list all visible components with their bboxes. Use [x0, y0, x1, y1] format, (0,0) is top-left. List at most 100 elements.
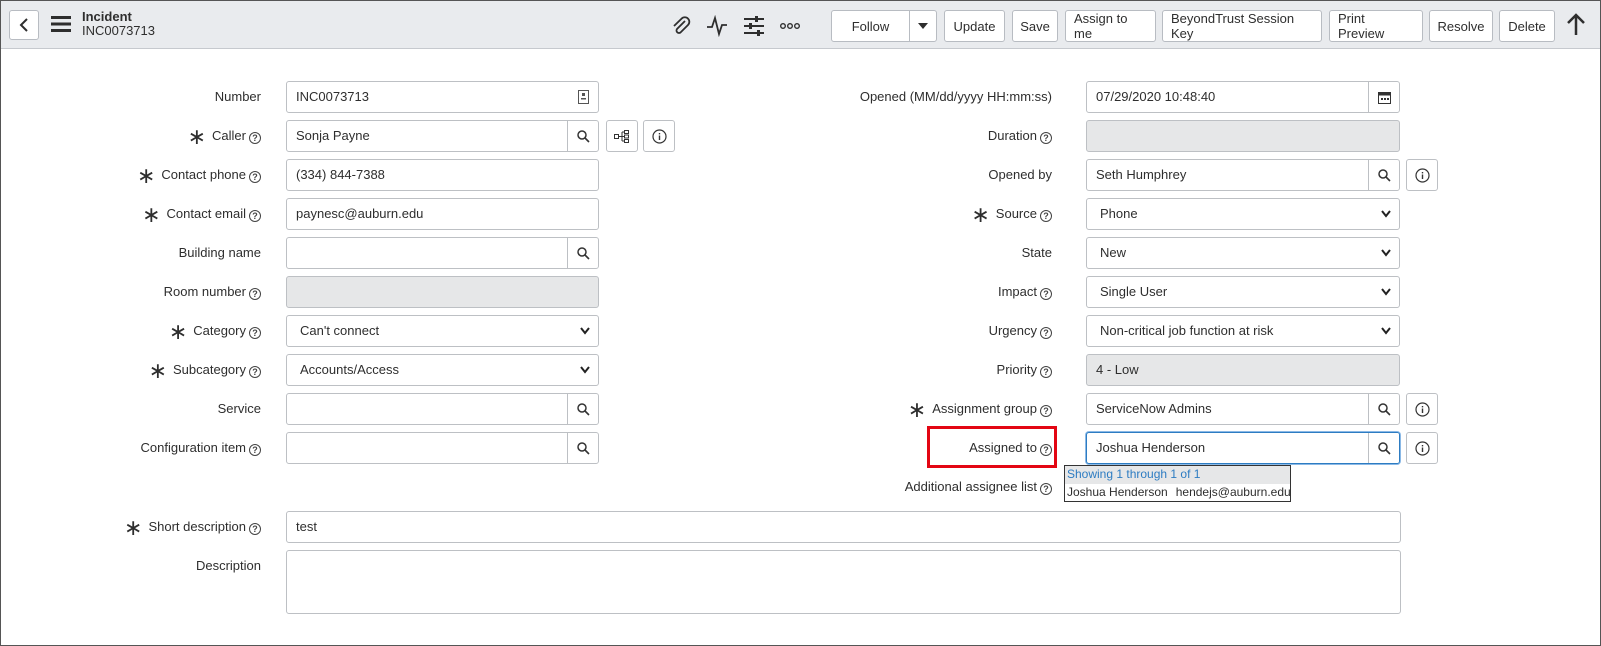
impact-label: Impact?: [820, 282, 1052, 302]
help-icon: ?: [249, 171, 261, 183]
assigned-to-field[interactable]: Joshua Henderson: [1086, 432, 1400, 464]
save-button[interactable]: Save: [1012, 10, 1058, 42]
impact-select[interactable]: Single User: [1086, 276, 1400, 308]
chevron-down-icon: [1381, 288, 1391, 296]
contact-phone-field[interactable]: (334) 844-7388: [286, 159, 599, 191]
opened-field[interactable]: 07/29/2020 10:48:40: [1086, 81, 1400, 113]
building-name-field[interactable]: [286, 237, 599, 269]
info-icon: [651, 128, 667, 144]
search-icon: [1377, 168, 1391, 182]
more-options-icon: [780, 22, 800, 29]
back-icon: [19, 18, 28, 32]
assigned-to-highlight: [927, 426, 1057, 468]
assign-to-me-button[interactable]: Assign to me: [1065, 10, 1156, 42]
more-options-button[interactable]: [778, 14, 802, 38]
menu-icon[interactable]: [51, 15, 71, 33]
back-button[interactable]: [9, 10, 39, 40]
duration-label: Duration?: [820, 126, 1052, 146]
caller-tree-button[interactable]: [606, 120, 638, 152]
help-icon: ?: [1040, 210, 1052, 222]
mandatory-indicator: ∗: [971, 202, 990, 227]
mandatory-indicator: ∗: [124, 515, 143, 540]
activity-icon: [707, 15, 727, 37]
help-icon: ?: [249, 327, 261, 339]
service-lookup-button[interactable]: [567, 394, 598, 424]
opened-by-field[interactable]: Seth Humphrey: [1086, 159, 1400, 191]
description-field[interactable]: [286, 550, 1401, 614]
assigned-to-info-button[interactable]: [1406, 432, 1438, 464]
calendar-icon: [1377, 91, 1391, 104]
assignment-group-label: ∗ Assignment group?: [820, 399, 1052, 421]
mandatory-indicator: ∗: [148, 358, 167, 383]
calendar-button[interactable]: [1368, 82, 1399, 112]
configuration-item-label: Configuration item?: [100, 438, 261, 458]
help-icon: ?: [1040, 327, 1052, 339]
info-icon: [1414, 440, 1430, 456]
search-icon: [1377, 441, 1391, 455]
autocomplete-count: Showing 1 through 1 of 1: [1065, 466, 1290, 484]
id-card-icon: [578, 90, 589, 104]
update-button[interactable]: Update: [944, 10, 1005, 42]
service-field[interactable]: [286, 393, 599, 425]
caret-down-icon: [918, 23, 928, 29]
state-label: State: [1021, 245, 1052, 260]
assignment-group-lookup-button[interactable]: [1368, 394, 1399, 424]
assignment-group-field[interactable]: ServiceNow Admins: [1086, 393, 1400, 425]
building-lookup-button[interactable]: [567, 238, 598, 268]
resolve-button[interactable]: Resolve: [1429, 10, 1493, 42]
activity-button[interactable]: [705, 14, 729, 38]
caller-info-button[interactable]: [643, 120, 675, 152]
chevron-down-icon: [1381, 327, 1391, 335]
delete-button[interactable]: Delete: [1499, 10, 1555, 42]
configuration-item-field[interactable]: [286, 432, 599, 464]
follow-dropdown-button[interactable]: [910, 11, 936, 41]
search-icon: [576, 129, 590, 143]
help-icon: ?: [249, 132, 261, 144]
opened-by-info-button[interactable]: [1406, 159, 1438, 191]
urgency-select[interactable]: Non-critical job function at risk: [1086, 315, 1400, 347]
search-icon: [1377, 402, 1391, 416]
assignment-group-info-button[interactable]: [1406, 393, 1438, 425]
autocomplete-option[interactable]: Joshua Henderson hendejs@auburn.edu: [1065, 484, 1291, 501]
attachment-button[interactable]: [669, 14, 693, 38]
caller-lookup-button[interactable]: [567, 121, 598, 151]
record-number: INC0073713: [82, 23, 155, 38]
mandatory-indicator: ∗: [136, 163, 156, 188]
subcategory-select[interactable]: Accounts/Access: [286, 354, 599, 386]
category-select[interactable]: Can't connect: [286, 315, 599, 347]
opened-label: Opened (MM/dd/yyyy HH:mm:ss): [859, 89, 1052, 104]
state-select[interactable]: New: [1086, 237, 1400, 269]
follow-button[interactable]: Follow: [832, 11, 910, 41]
contact-email-field[interactable]: paynesc@auburn.edu: [286, 198, 599, 230]
scroll-up-button[interactable]: [1564, 13, 1588, 37]
subcategory-label: ∗ Subcategory?: [100, 358, 261, 383]
number-field[interactable]: INC0073713: [286, 81, 599, 113]
priority-label: Priority?: [820, 360, 1052, 380]
info-icon: [1414, 167, 1430, 183]
hierarchy-icon: [614, 129, 629, 143]
personalize-button[interactable]: [742, 14, 766, 38]
caller-field[interactable]: Sonja Payne: [286, 120, 599, 152]
form-header: Incident INC0073713 Follow Update Save A…: [1, 1, 1600, 49]
assigned-to-lookup-button[interactable]: [1368, 433, 1399, 463]
print-preview-button[interactable]: Print Preview: [1329, 10, 1423, 42]
chevron-down-icon: [1381, 210, 1391, 218]
settings-sliders-icon: [744, 16, 764, 36]
record-title: Incident INC0073713: [82, 10, 155, 38]
priority-field: 4 - Low: [1086, 354, 1400, 386]
mandatory-indicator: ∗: [168, 319, 188, 344]
configuration-item-lookup-button[interactable]: [567, 433, 598, 463]
mandatory-indicator: ∗: [142, 202, 161, 227]
scroll-up-icon: [1567, 13, 1585, 35]
search-icon: [576, 246, 590, 260]
opened-by-lookup-button[interactable]: [1368, 160, 1399, 190]
mandatory-indicator: ∗: [187, 124, 207, 149]
chevron-down-icon: [580, 327, 590, 335]
help-icon: ?: [1040, 288, 1052, 300]
beyondtrust-session-key-button[interactable]: BeyondTrust Session Key: [1162, 10, 1322, 42]
short-description-field[interactable]: test: [286, 511, 1401, 543]
follow-button-group: Follow: [831, 10, 937, 42]
source-select[interactable]: Phone: [1086, 198, 1400, 230]
short-description-label: ∗ Short description?: [100, 515, 261, 540]
help-icon: ?: [1040, 366, 1052, 378]
